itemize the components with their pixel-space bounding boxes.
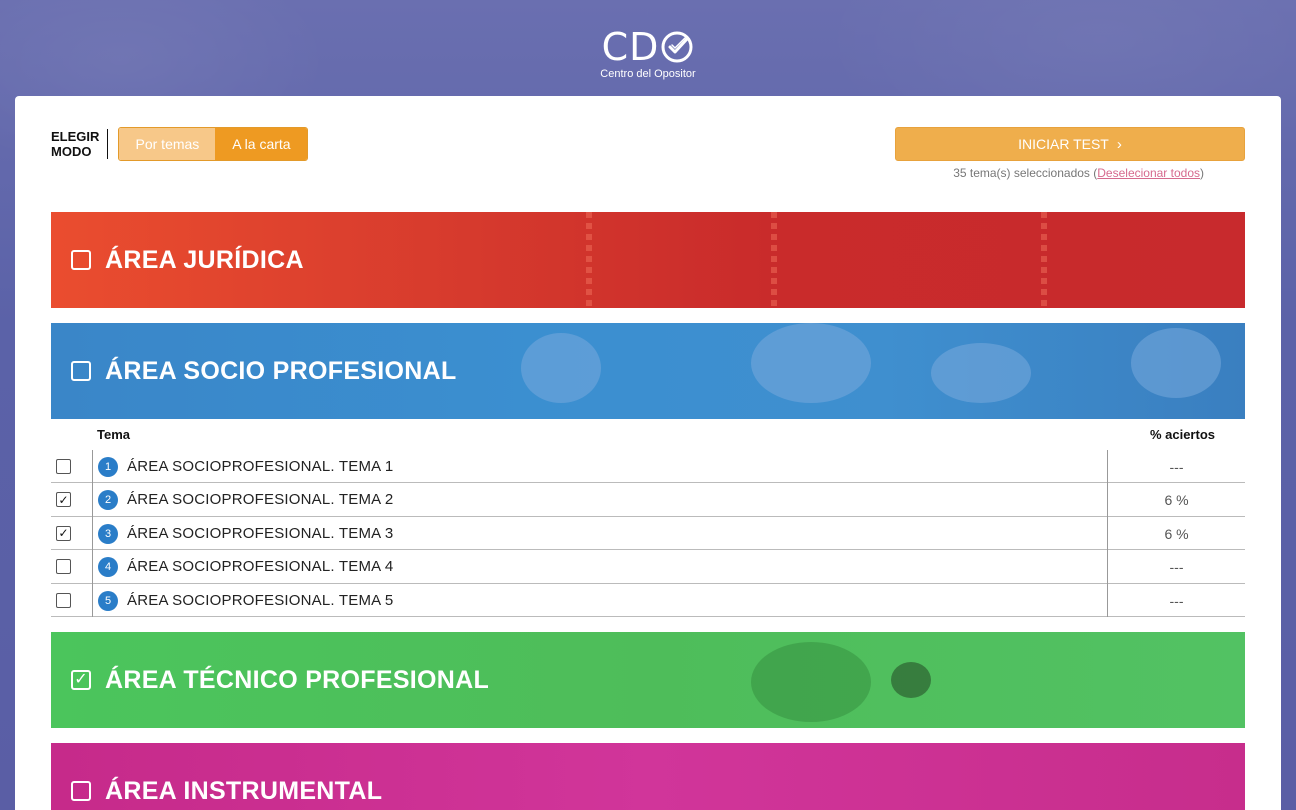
topic-row: 1 ÁREA SOCIOPROFESIONAL. TEMA 1 --- [51, 450, 1245, 484]
chain-decoration [586, 212, 592, 308]
topics-table: Tema % aciertos 1 ÁREA SOCIOPROFESIONAL.… [51, 421, 1245, 617]
illustration-decoration [751, 642, 871, 722]
topic-row: 4 ÁREA SOCIOPROFESIONAL. TEMA 4 --- [51, 550, 1245, 584]
logo-check-icon [661, 31, 693, 63]
topic-checkbox[interactable]: ✓ [56, 525, 71, 541]
topic-name: ÁREA SOCIOPROFESIONAL. TEMA 4 [127, 558, 394, 576]
topic-score: 6 % [1164, 492, 1189, 509]
topic-name: ÁREA SOCIOPROFESIONAL. TEMA 3 [127, 524, 394, 542]
area-socio-title: ÁREA SOCIO PROFESIONAL [105, 356, 457, 385]
illustration-decoration [521, 333, 601, 403]
topic-number-badge: 3 [98, 523, 118, 544]
topic-checkbox[interactable] [56, 559, 71, 575]
area-tecnico-title: ÁREA TÉCNICO PROFESIONAL [105, 665, 490, 694]
selection-count: 35 tema(s) seleccionados ( [953, 166, 1098, 180]
illustration-decoration [1131, 328, 1221, 398]
mode-label-line2: MODO [51, 144, 92, 159]
area-socio-profesional[interactable]: ÁREA SOCIO PROFESIONAL [51, 323, 1245, 419]
illustration-decoration [891, 662, 931, 698]
area-socio-checkbox[interactable] [71, 361, 91, 381]
topics-table-header: Tema % aciertos [51, 421, 1245, 450]
illustration-decoration [751, 323, 871, 403]
topic-number-badge: 5 [98, 590, 118, 611]
topic-row: 5 ÁREA SOCIOPROFESIONAL. TEMA 5 --- [51, 583, 1245, 617]
area-juridica-checkbox[interactable] [71, 250, 91, 270]
topic-score: 6 % [1164, 525, 1189, 542]
topic-row: ✓ 3 ÁREA SOCIOPROFESIONAL. TEMA 3 6 % [51, 516, 1245, 551]
area-tecnico-checkbox[interactable]: ✓ [71, 670, 91, 690]
start-test-button[interactable]: INICIAR TEST › [895, 127, 1245, 161]
logo-subtitle: Centro del Opositor [600, 68, 696, 80]
area-juridica[interactable]: ÁREA JURÍDICA [51, 212, 1245, 308]
chevron-right-icon: › [1116, 135, 1122, 153]
topic-number-badge: 1 [98, 457, 118, 477]
col-topic-header: Tema [97, 427, 130, 442]
divider [92, 483, 93, 517]
col-score-header: % aciertos [1149, 427, 1215, 442]
divider [92, 583, 93, 617]
divider [92, 550, 93, 584]
main-card: ELEGIR MODO Por temas A la carta INICIAR… [15, 96, 1281, 810]
topic-name: ÁREA SOCIOPROFESIONAL. TEMA 1 [127, 458, 394, 475]
topic-number-badge: 4 [98, 557, 118, 578]
topic-checkbox[interactable] [56, 592, 71, 608]
mode-toggle: Por temas A la carta [118, 127, 309, 161]
chain-decoration [771, 212, 777, 308]
area-instrumental-checkbox[interactable] [71, 781, 91, 801]
area-instrumental-title: ÁREA INSTRUMENTAL [105, 776, 383, 805]
topic-row: ✓ 2 ÁREA SOCIOPROFESIONAL. TEMA 2 6 % [51, 483, 1245, 517]
topic-checkbox[interactable]: ✓ [56, 492, 71, 508]
mode-por-temas-button[interactable]: Por temas [119, 128, 216, 160]
illustration-decoration [931, 343, 1031, 403]
mode-label-line1: ELEGIR [51, 129, 100, 144]
topic-checkbox[interactable] [56, 459, 71, 474]
logo-mark: CD [602, 28, 695, 66]
area-juridica-title: ÁREA JURÍDICA [105, 245, 304, 274]
topic-score: --- [1169, 592, 1184, 609]
topic-name: ÁREA SOCIOPROFESIONAL. TEMA 5 [127, 591, 394, 609]
logo-text: CD [601, 25, 660, 69]
divider [92, 450, 93, 484]
mode-a-la-carta-button[interactable]: A la carta [215, 128, 308, 160]
selection-info: 35 tema(s) seleccionados (Deselecionar t… [953, 166, 1204, 180]
start-test-label: INICIAR TEST [1018, 136, 1109, 152]
selection-close: ) [1200, 166, 1204, 180]
divider [92, 516, 93, 551]
site-logo[interactable]: CD Centro del Opositor [0, 28, 1296, 80]
deselect-all-link[interactable]: Deselecionar todos [1097, 166, 1200, 180]
chain-decoration [1041, 212, 1047, 308]
topic-name: ÁREA SOCIOPROFESIONAL. TEMA 2 [127, 491, 394, 509]
topic-score: --- [1169, 559, 1184, 576]
area-instrumental[interactable]: ÁREA INSTRUMENTAL [51, 743, 1245, 810]
mode-selector: ELEGIR MODO Por temas A la carta [51, 127, 309, 161]
topic-number-badge: 2 [98, 490, 118, 511]
mode-label: ELEGIR MODO [51, 129, 109, 159]
topic-score: --- [1169, 459, 1184, 475]
area-tecnico-profesional[interactable]: ✓ ÁREA TÉCNICO PROFESIONAL [51, 632, 1245, 728]
